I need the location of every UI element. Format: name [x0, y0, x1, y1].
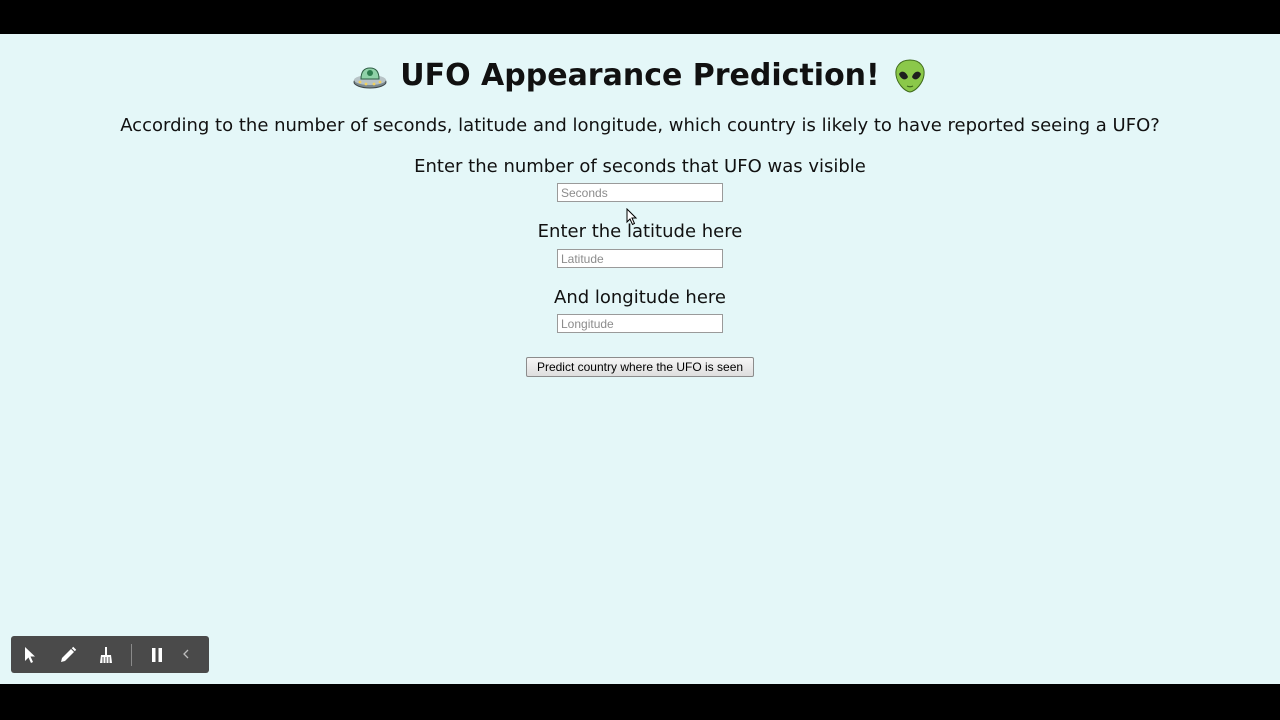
longitude-input[interactable]: [557, 314, 723, 333]
latitude-input[interactable]: [557, 249, 723, 268]
eraser-tool-button[interactable]: [87, 636, 125, 673]
pause-icon: [149, 646, 165, 664]
pencil-icon: [59, 646, 77, 664]
page-title-text: UFO Appearance Prediction!: [400, 58, 880, 93]
predict-button[interactable]: Predict country where the UFO is seen: [526, 357, 754, 377]
alien-icon: [892, 58, 928, 94]
page-title: UFO Appearance Prediction!: [0, 58, 1280, 103]
seconds-label: Enter the number of seconds that UFO was…: [414, 156, 866, 177]
broom-icon: [97, 646, 115, 664]
collapse-chevron-icon: [182, 645, 190, 664]
toolbar-collapse-button[interactable]: [176, 636, 196, 673]
pencil-tool-button[interactable]: [49, 636, 87, 673]
longitude-label: And longitude here: [554, 287, 726, 308]
page-description: According to the number of seconds, lati…: [120, 115, 1160, 136]
pointer-icon: [22, 646, 38, 664]
pause-button[interactable]: [138, 636, 176, 673]
browser-viewport: UFO Appearance Prediction! According to …: [0, 34, 1280, 684]
latitude-label: Enter the latitude here: [537, 221, 743, 242]
annotation-toolbar: [11, 636, 209, 673]
ufo-icon: [352, 58, 388, 94]
seconds-input[interactable]: [557, 183, 723, 202]
mouse-cursor-icon: [626, 207, 638, 226]
toolbar-divider: [131, 643, 132, 666]
pointer-tool-button[interactable]: [11, 636, 49, 673]
